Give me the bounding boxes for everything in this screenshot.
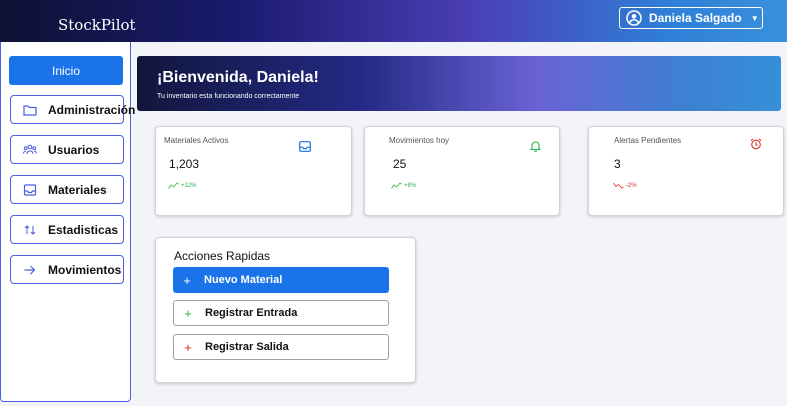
chevron-down-icon: ▼	[750, 13, 759, 23]
welcome-subtitle: Tu inventario esta funcionando correctam…	[157, 93, 300, 100]
stat-card-alertas[interactable]: Alertas Pendientes 3 -2%	[588, 126, 784, 216]
sidebar-item-label: Administración	[48, 102, 136, 117]
brand-logo[interactable]: StockPilot	[58, 16, 136, 34]
users-icon	[23, 144, 37, 156]
sidebar-item-usuarios[interactable]: Usuarios	[10, 135, 124, 164]
stat-value: 25	[393, 157, 407, 171]
plus-icon: +	[183, 272, 191, 288]
trend-up-icon	[391, 182, 402, 189]
sidebar-item-estadisticas[interactable]: Estadisticas	[10, 215, 124, 244]
register-entry-button[interactable]: + Registrar Entrada	[173, 300, 389, 326]
user-menu-button[interactable]: Daniela Salgado ▼	[619, 7, 763, 29]
welcome-banner: ¡Bienvenida, Daniela! Tu inventario esta…	[137, 56, 781, 111]
stat-title: Alertas Pendientes	[614, 136, 682, 145]
plus-icon: +	[184, 305, 192, 321]
stat-card-movimientos[interactable]: Movimientos hoy 25 +8%	[364, 126, 560, 216]
user-circle-icon	[626, 10, 642, 26]
trend-up-icon	[168, 182, 179, 189]
button-label: Nuevo Material	[204, 274, 283, 286]
sidebar-item-label: Usuarios	[48, 142, 100, 157]
sidebar-item-label: Estadisticas	[48, 222, 119, 237]
quick-actions-panel: Acciones Rapidas + Nuevo Material + Regi…	[155, 237, 416, 383]
top-bar: StockPilot Daniela Salgado ▼	[0, 0, 787, 42]
sort-arrows-icon	[23, 224, 37, 236]
alarm-clock-icon	[750, 137, 762, 155]
inbox-icon	[23, 183, 37, 196]
inbox-icon	[299, 139, 311, 157]
sidebar-item-label: Materiales	[48, 182, 107, 197]
button-label: Registrar Entrada	[205, 307, 298, 319]
stat-card-materiales[interactable]: Materiales Activos 1,203 +12%	[155, 126, 352, 216]
sidebar-item-movimientos[interactable]: Movimientos	[10, 255, 124, 284]
trend-down-icon	[613, 182, 624, 189]
new-material-button[interactable]: + Nuevo Material	[173, 267, 389, 293]
sidebar-item-administracion[interactable]: Administración	[10, 95, 135, 124]
stat-trend: +8%	[391, 182, 416, 189]
plus-icon: +	[184, 339, 192, 355]
register-exit-button[interactable]: + Registrar Salida	[173, 334, 389, 360]
stat-trend: +12%	[168, 182, 197, 189]
sidebar-item-materiales[interactable]: Materiales	[10, 175, 124, 204]
bell-icon	[529, 139, 542, 157]
stat-trend: -2%	[613, 182, 637, 189]
stat-title: Materiales Activos	[164, 136, 229, 145]
stat-value: 1,203	[169, 157, 200, 171]
stat-title: Movimientos hoy	[389, 136, 450, 145]
sidebar-item-inicio[interactable]: Inicio	[9, 56, 123, 85]
sidebar-item-label: Movimientos	[48, 262, 122, 277]
folder-icon	[23, 104, 37, 116]
sidebar-item-label: Inicio	[51, 63, 80, 78]
arrow-right-icon	[23, 264, 37, 276]
quick-actions-title: Acciones Rapidas	[174, 249, 271, 263]
button-label: Registrar Salida	[205, 341, 289, 353]
user-name: Daniela Salgado	[649, 11, 742, 25]
welcome-title: ¡Bienvenida, Daniela!	[157, 69, 319, 86]
stat-value: 3	[614, 157, 621, 171]
sidebar: Inicio Administración Usuarios Materiale…	[0, 42, 135, 402]
